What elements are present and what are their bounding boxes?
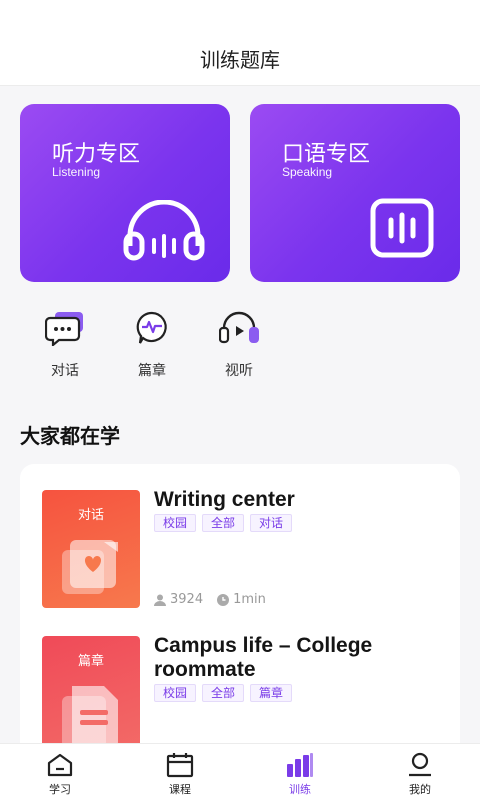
page-title: 训练题库	[200, 48, 280, 72]
clock-icon	[217, 593, 230, 606]
zone-subtitle: Listening	[52, 165, 101, 179]
course-thumbnail: 篇章	[42, 636, 140, 754]
quick-link-article[interactable]: 篇章	[122, 310, 182, 380]
home-icon	[47, 753, 73, 777]
document-icon	[62, 686, 118, 748]
tag: 全部	[202, 514, 245, 532]
course-list: 对话 Writing center 校园 全部 对话 3924 1min 篇章 …	[20, 464, 460, 764]
tab-label: 学习	[49, 783, 71, 796]
duration: 1min	[233, 592, 266, 607]
course-title: Campus life – College roommate	[154, 634, 373, 681]
tag: 全部	[202, 684, 245, 702]
quick-link-label: 视听	[225, 363, 253, 379]
bar-chart-icon	[287, 753, 313, 777]
speaking-zone-card[interactable]: 口语专区 Speaking	[250, 104, 460, 282]
bottom-tab-bar: 学习 课程 训练 我的	[0, 743, 480, 800]
heart-card-icon	[62, 540, 118, 594]
course-meta: 3924 1min	[154, 592, 280, 607]
headphone-play-icon	[219, 311, 259, 344]
header-bar: 训练题库	[0, 0, 480, 86]
tab-training[interactable]: 训练	[270, 752, 330, 797]
chat-bubble-icon	[45, 312, 83, 346]
thumbnail-label: 对话	[77, 508, 104, 523]
tag: 对话	[250, 514, 293, 532]
tag: 篇章	[250, 684, 293, 702]
tab-label: 课程	[169, 783, 191, 796]
zone-title: 听力专区	[52, 142, 141, 167]
quick-link-label: 篇章	[138, 363, 166, 379]
headphones-icon	[123, 200, 205, 261]
zone-subtitle: Speaking	[282, 165, 333, 179]
quick-link-dialogue[interactable]: 对话	[35, 310, 95, 380]
section-title: 大家都在学	[20, 424, 120, 448]
tab-label: 训练	[289, 783, 311, 796]
tag: 校园	[154, 514, 197, 532]
learner-count: 3924	[170, 592, 204, 607]
course-tags: 校园 全部 对话	[154, 514, 293, 532]
tag: 校园	[154, 684, 197, 702]
thumbnail-label: 篇章	[77, 654, 104, 669]
tab-courses[interactable]: 课程	[150, 752, 210, 797]
voice-wave-icon	[370, 198, 434, 258]
calendar-icon	[166, 753, 194, 778]
tab-label: 我的	[409, 783, 431, 796]
quick-link-audiovisual[interactable]: 视听	[209, 310, 269, 380]
quick-link-label: 对话	[51, 363, 79, 379]
tab-profile[interactable]: 我的	[390, 752, 450, 797]
course-title: Writing center	[154, 488, 295, 511]
course-tags: 校园 全部 篇章	[154, 684, 293, 702]
person-icon	[154, 594, 166, 606]
zone-title: 口语专区	[282, 142, 371, 167]
pulse-bubble-icon	[136, 311, 167, 344]
course-thumbnail: 对话	[42, 490, 140, 608]
profile-icon	[409, 752, 431, 777]
listening-zone-card[interactable]: 听力专区 Listening	[20, 104, 230, 282]
tab-study[interactable]: 学习	[30, 752, 90, 797]
